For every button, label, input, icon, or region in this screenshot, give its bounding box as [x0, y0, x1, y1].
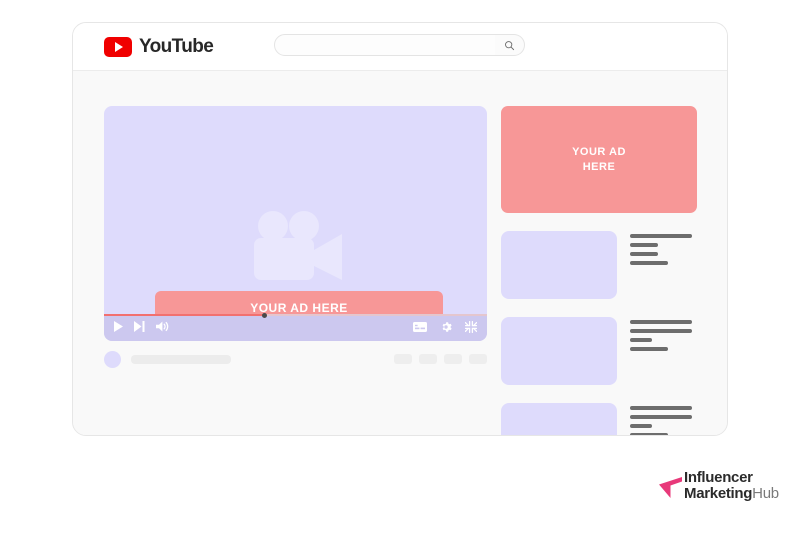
action-chip[interactable]	[419, 354, 437, 364]
text-line	[630, 424, 652, 428]
exit-fullscreen-icon[interactable]	[465, 321, 477, 333]
video-text-placeholder	[630, 231, 692, 299]
text-line	[630, 415, 692, 419]
player-controls-right	[413, 321, 477, 333]
sidebar-ad-slot[interactable]: YOUR AD HERE	[501, 106, 697, 213]
text-line	[630, 252, 658, 256]
text-line	[630, 406, 692, 410]
text-line	[630, 243, 658, 247]
volume-icon[interactable]	[156, 321, 169, 332]
video-thumbnail[interactable]	[501, 231, 617, 299]
sidebar-ad-label-line1: YOUR AD	[572, 145, 626, 160]
text-line	[630, 433, 668, 436]
brand-line-marketinghub: MarketingHub	[684, 486, 779, 502]
search-input[interactable]	[274, 34, 504, 56]
progress-track[interactable]	[104, 314, 487, 316]
player-controls-bar	[104, 314, 487, 341]
channel-avatar[interactable]	[104, 351, 121, 368]
brand-word-marketing: Marketing	[684, 485, 752, 502]
progress-scrubber[interactable]	[262, 313, 267, 318]
video-text-placeholder	[630, 317, 692, 385]
browser-window: YouTube YOUR AD HERE	[72, 22, 728, 436]
brand-wordmark: Influencer MarketingHub	[684, 470, 779, 502]
text-line	[630, 320, 692, 324]
sidebar-rail: YOUR AD HERE	[501, 106, 697, 436]
play-icon[interactable]	[114, 321, 123, 332]
video-meta-row	[104, 351, 487, 373]
youtube-header: YouTube	[73, 23, 727, 71]
brand-line-influencer: Influencer	[684, 470, 779, 486]
influencer-marketing-hub-logo: Influencer MarketingHub	[658, 470, 779, 502]
video-action-buttons	[394, 354, 487, 364]
list-item[interactable]	[501, 231, 697, 299]
video-thumbnail[interactable]	[501, 403, 617, 436]
youtube-logo[interactable]: YouTube	[104, 36, 213, 58]
video-title-placeholder	[131, 355, 231, 364]
youtube-play-icon	[104, 37, 132, 57]
captions-icon[interactable]	[413, 322, 427, 332]
youtube-wordmark: YouTube	[139, 36, 213, 58]
progress-fill	[104, 314, 265, 316]
search-button[interactable]	[495, 34, 525, 56]
video-thumbnail[interactable]	[501, 317, 617, 385]
action-chip[interactable]	[444, 354, 462, 364]
video-player[interactable]: YOUR AD HERE	[104, 106, 487, 341]
text-line	[630, 261, 668, 265]
action-chip[interactable]	[469, 354, 487, 364]
sidebar-ad-label-line2: HERE	[583, 160, 616, 175]
text-line	[630, 338, 652, 342]
search-icon	[504, 40, 515, 51]
video-camera-icon	[246, 210, 346, 282]
action-chip[interactable]	[394, 354, 412, 364]
brand-word-hub: Hub	[752, 485, 779, 502]
text-line	[630, 234, 692, 238]
player-controls-left	[114, 321, 169, 332]
text-line	[630, 329, 692, 333]
next-track-icon[interactable]	[134, 321, 145, 332]
list-item[interactable]	[501, 403, 697, 436]
video-text-placeholder	[630, 403, 692, 436]
list-item[interactable]	[501, 317, 697, 385]
influencer-marketing-hub-arrow-icon	[658, 471, 684, 501]
settings-gear-icon[interactable]	[440, 321, 452, 333]
search-bar[interactable]	[274, 34, 525, 56]
youtube-content: YOUR AD HERE	[73, 71, 727, 436]
text-line	[630, 347, 668, 351]
